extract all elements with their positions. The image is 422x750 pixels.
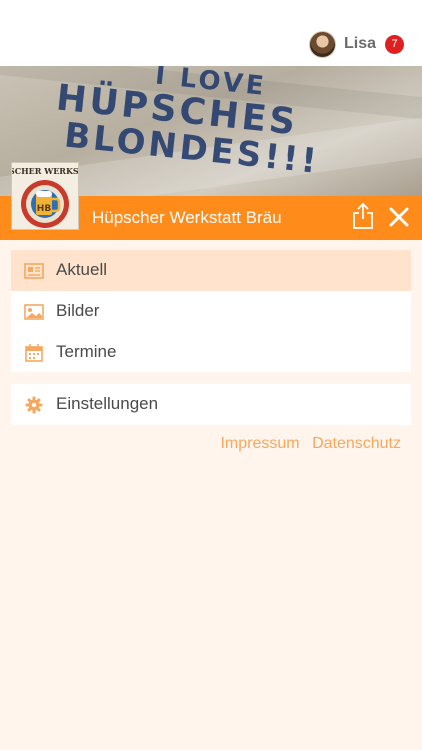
settings-menu: Einstellungen xyxy=(11,384,411,425)
username[interactable]: Lisa xyxy=(344,35,376,53)
menu-item-label: Einstellungen xyxy=(56,394,159,413)
menu-item-label: Termine xyxy=(56,342,117,361)
gear-icon xyxy=(25,396,43,414)
notification-badge[interactable]: 7 xyxy=(385,34,404,54)
footer-links: Impressum Datenschutz xyxy=(212,435,401,453)
menu-item-label: Aktuell xyxy=(56,260,108,279)
svg-text:HB: HB xyxy=(37,204,52,214)
newspaper-icon xyxy=(24,263,44,279)
menu-item-termine[interactable]: Termine xyxy=(11,332,411,373)
close-icon[interactable] xyxy=(387,205,411,229)
top-bar: Lisa 7 xyxy=(0,0,422,66)
share-icon[interactable] xyxy=(351,202,375,230)
brewery-logo: HÜPSCHER WERKSTATT HB xyxy=(11,162,79,230)
brewery-title: Hüpscher Werkstatt Bräu xyxy=(92,208,282,227)
datenschutz-link[interactable]: Datenschutz xyxy=(312,435,401,452)
avatar[interactable] xyxy=(308,30,336,58)
user-profile[interactable]: Lisa 7 xyxy=(308,30,404,58)
beer-mug-emblem-icon: HB xyxy=(21,180,69,228)
image-icon xyxy=(24,304,44,320)
impressum-link[interactable]: Impressum xyxy=(220,435,299,452)
calendar-icon xyxy=(25,344,43,362)
menu-item-aktuell[interactable]: Aktuell xyxy=(11,250,411,291)
menu-item-bilder[interactable]: Bilder xyxy=(11,291,411,332)
menu-item-einstellungen[interactable]: Einstellungen xyxy=(11,384,411,425)
menu-item-label: Bilder xyxy=(56,301,100,320)
navigation-menu: Aktuell Bilder Termine xyxy=(11,250,411,372)
